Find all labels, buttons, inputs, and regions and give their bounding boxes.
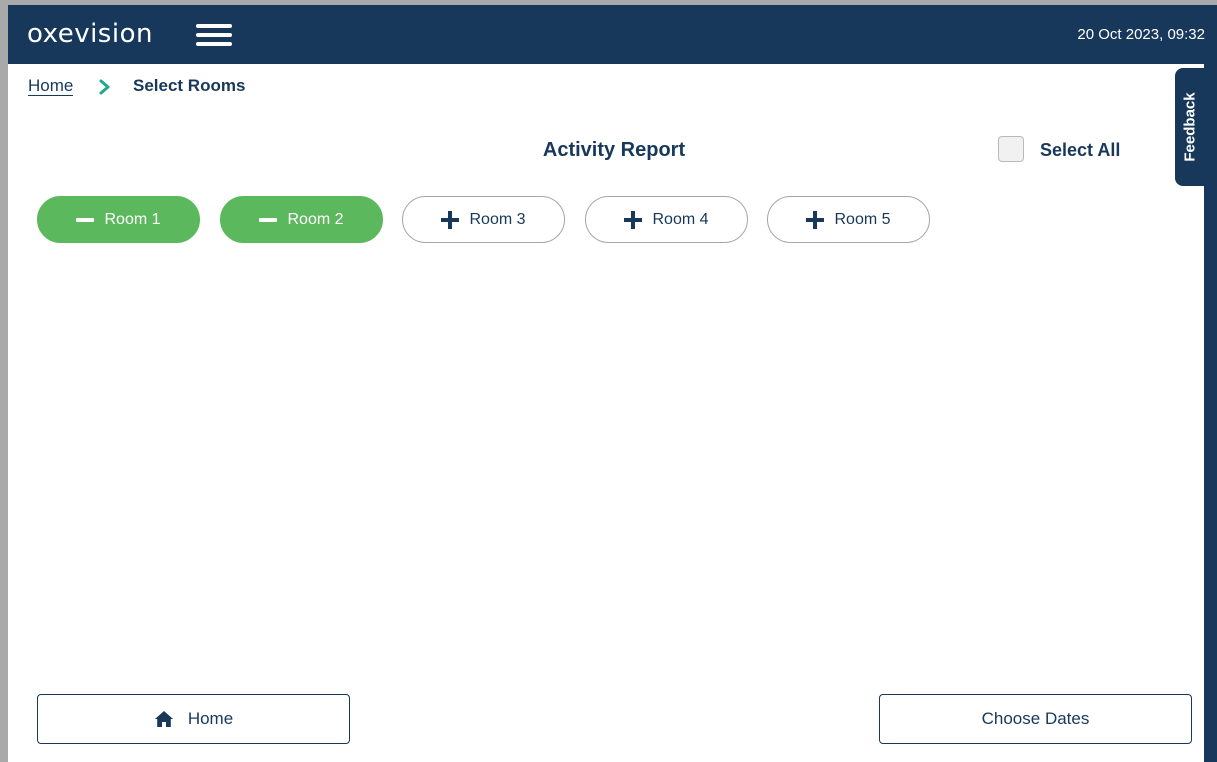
room-chip-label: Room 1 [104,210,161,228]
room-chip-2[interactable]: Room 2 [220,196,383,243]
select-all-checkbox[interactable] [998,136,1024,162]
room-chip-label: Room 3 [469,210,526,228]
select-all-label: Select All [1040,140,1121,160]
home-button[interactable]: Home [37,694,350,744]
top-bar: oxevision 20 Oct 2023, 09:32 [8,5,1217,64]
window-frame-left [0,0,8,762]
plus-icon [441,210,460,229]
room-chip-label: Room 5 [834,210,891,228]
breadcrumb-home-link[interactable]: Home [28,76,74,96]
current-datetime: 20 Oct 2023, 09:32 [1077,26,1205,43]
room-chip-1[interactable]: Room 1 [37,196,200,243]
choose-dates-label: Choose Dates [981,709,1090,728]
choose-dates-button[interactable]: Choose Dates [879,694,1192,744]
page-title: Activity Report [542,139,686,161]
plus-icon [806,210,825,229]
minus-icon [259,211,278,229]
app-logo: oxevision [27,19,153,49]
breadcrumb-current: Select Rooms [133,76,246,95]
room-chip-5[interactable]: Room 5 [767,196,930,243]
feedback-tab[interactable]: Feedback [1175,68,1204,186]
chevron-right-icon [99,79,110,95]
plus-icon [624,210,643,229]
home-button-label: Home [187,709,234,728]
room-chip-label: Room 2 [287,210,344,228]
room-chip-4[interactable]: Room 4 [585,196,748,243]
right-edge-bar [1204,64,1217,762]
minus-icon [76,211,95,229]
home-icon [154,711,173,727]
hamburger-menu-icon[interactable] [196,23,232,47]
room-chip-3[interactable]: Room 3 [402,196,565,243]
room-chip-label: Room 4 [652,210,709,228]
